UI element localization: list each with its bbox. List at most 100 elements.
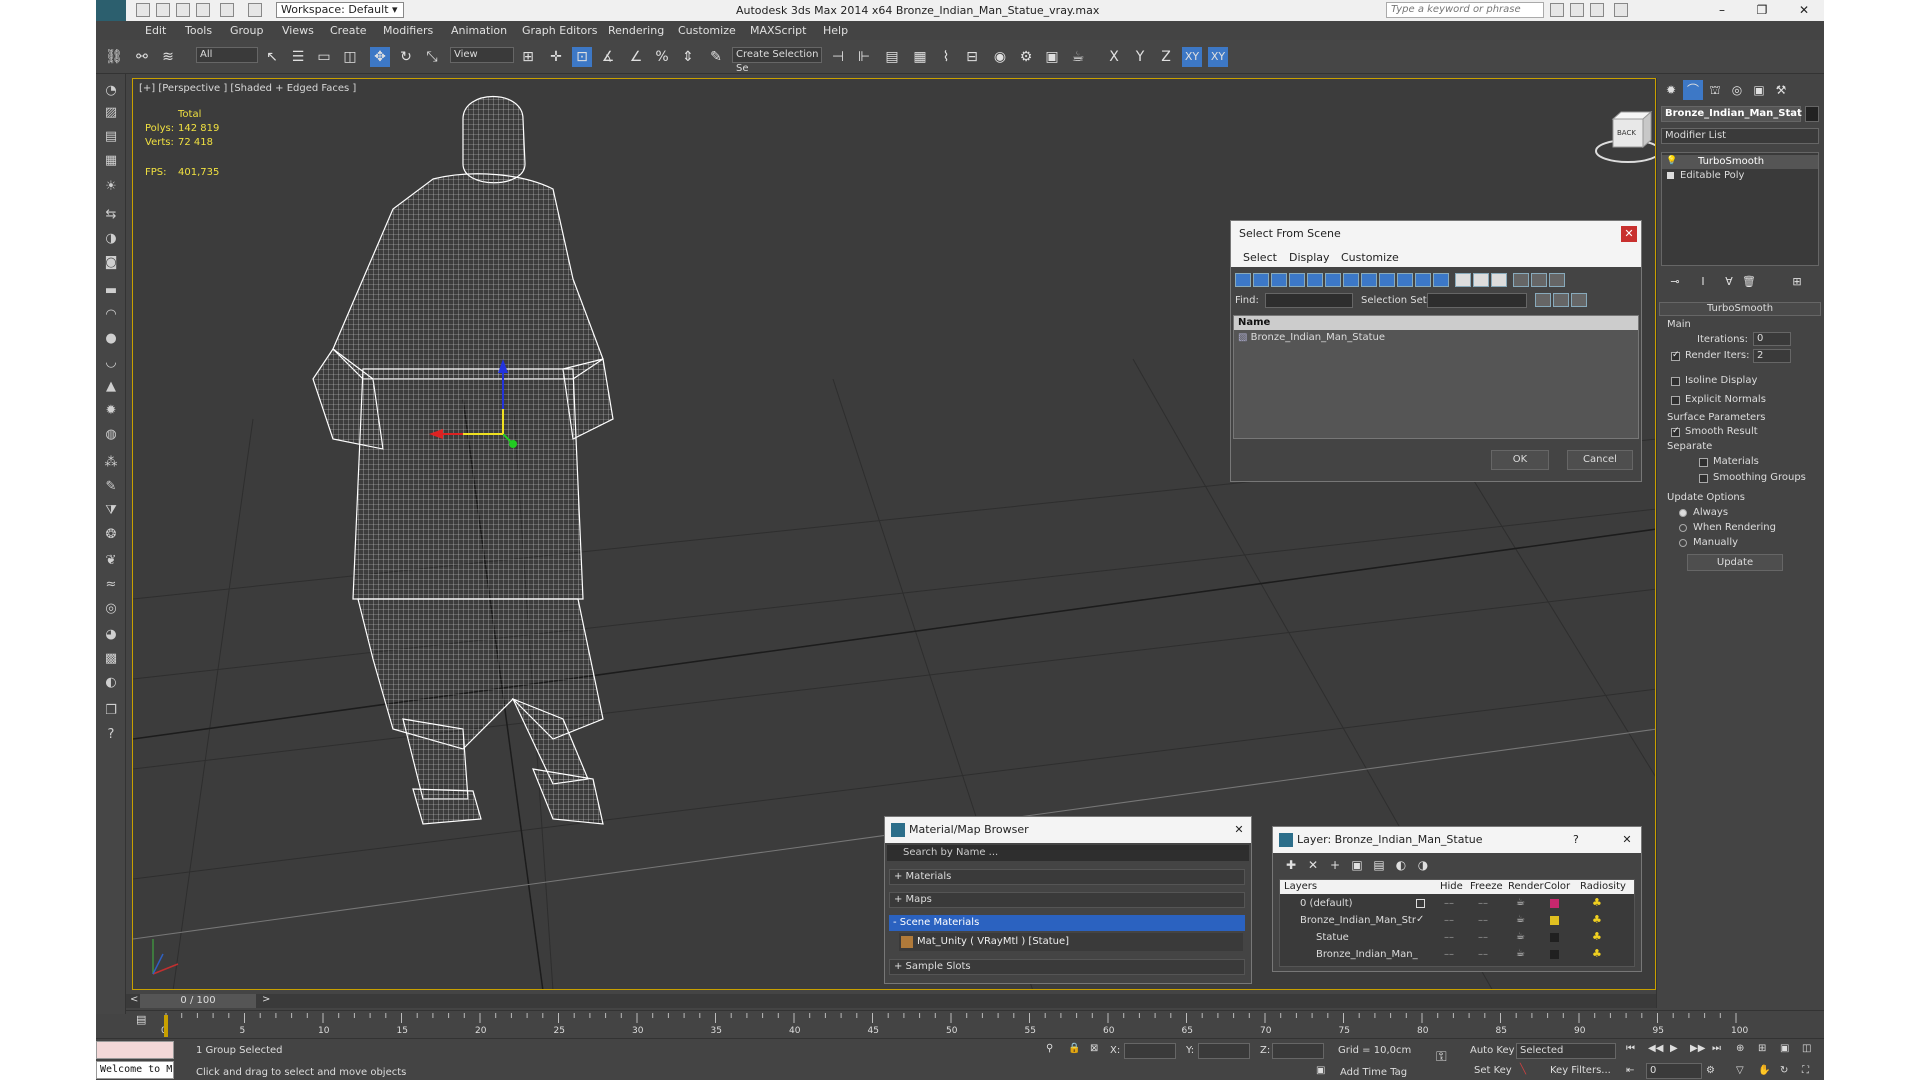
layer-color-swatch[interactable] bbox=[1550, 916, 1559, 925]
current-layer-box[interactable] bbox=[1416, 899, 1425, 908]
utilities-tab-icon[interactable]: ⚒ bbox=[1771, 80, 1791, 100]
x-coord-field[interactable] bbox=[1124, 1043, 1176, 1059]
select-dialog-close-button[interactable]: ✕ bbox=[1621, 226, 1637, 242]
motion-tab-icon[interactable]: ◎ bbox=[1727, 80, 1747, 100]
update-button[interactable]: Update bbox=[1687, 554, 1783, 571]
cancel-button[interactable]: Cancel bbox=[1567, 450, 1633, 470]
helper-icon[interactable]: ⧩ bbox=[102, 502, 120, 520]
scene-materials-section[interactable]: - Scene Materials bbox=[889, 915, 1245, 931]
table-row[interactable]: Bronze_Indian_Man_Str ✓ –– –– ☕ ♣ bbox=[1280, 913, 1634, 930]
create-layer-icon[interactable]: ✚ bbox=[1281, 855, 1301, 875]
bulb-icon[interactable]: ☀ bbox=[102, 178, 120, 196]
current-frame-field[interactable]: 0 bbox=[1646, 1063, 1702, 1079]
expand-icon[interactable] bbox=[1667, 172, 1674, 179]
bowl-icon[interactable]: ◡ bbox=[102, 354, 120, 372]
freeze-toggle[interactable]: –– bbox=[1478, 949, 1488, 960]
remove-modifier-icon[interactable]: 🗑 bbox=[1739, 272, 1759, 292]
menu-customize[interactable]: Customize bbox=[678, 24, 736, 37]
selset-highlight-icon[interactable] bbox=[1571, 293, 1587, 307]
key-mode-dropdown[interactable]: Selected bbox=[1516, 1043, 1616, 1059]
current-frame-marker[interactable] bbox=[164, 1015, 168, 1037]
particles-icon[interactable]: ⁂ bbox=[102, 454, 120, 472]
named-selection-dropdown[interactable]: Create Selection Se bbox=[732, 47, 822, 74]
freeze-toggle[interactable]: –– bbox=[1478, 915, 1488, 926]
unlink-icon[interactable]: ⚯ bbox=[132, 47, 152, 67]
select-menu-select[interactable]: Select bbox=[1243, 251, 1277, 264]
manually-radio[interactable] bbox=[1679, 539, 1687, 547]
separate-smoothing-checkbox[interactable] bbox=[1699, 474, 1708, 483]
select-object-icon[interactable]: ↖ bbox=[262, 47, 282, 67]
name-column-header[interactable]: Name bbox=[1234, 316, 1638, 330]
selection-filter-dropdown[interactable]: All bbox=[196, 47, 258, 63]
display-tab-icon[interactable]: ▣ bbox=[1749, 80, 1769, 100]
window-crossing-icon[interactable]: ◫ bbox=[340, 47, 360, 67]
materials-section[interactable]: + Materials bbox=[889, 869, 1245, 885]
menu-graph-editors[interactable]: Graph Editors bbox=[522, 24, 598, 37]
filter-bones-icon[interactable] bbox=[1379, 273, 1395, 287]
star-icon[interactable] bbox=[1590, 3, 1604, 17]
render-teapot-icon[interactable]: ☕ bbox=[1516, 897, 1525, 908]
when-rendering-radio[interactable] bbox=[1679, 524, 1687, 532]
next-frame-icon[interactable]: ▶▶ bbox=[1690, 1043, 1705, 1054]
plane-icon[interactable]: ▬ bbox=[102, 282, 120, 300]
render-teapot-icon[interactable]: ☕ bbox=[1516, 931, 1525, 942]
render-icon[interactable]: ☕ bbox=[1068, 47, 1088, 67]
select-all-icon[interactable] bbox=[1455, 273, 1471, 287]
track-bar[interactable]: ▤ 05101520253035404550556065707580859095… bbox=[126, 1010, 1824, 1038]
percent-snap-icon[interactable]: % bbox=[652, 47, 672, 67]
stack-item-turbosmooth[interactable]: 💡 TurboSmooth bbox=[1662, 155, 1818, 169]
freeze-all-layers-icon[interactable]: ◑ bbox=[1413, 855, 1433, 875]
checkmark-icon[interactable]: ✓ bbox=[1416, 914, 1424, 925]
material-search-input[interactable]: Search by Name ... bbox=[887, 845, 1249, 861]
radiosity-icon[interactable]: ♣ bbox=[1592, 896, 1602, 909]
select-move-icon[interactable]: ✥ bbox=[370, 47, 390, 67]
freeze-toggle[interactable]: –– bbox=[1478, 898, 1488, 909]
modify-tab-icon[interactable]: ⌒ bbox=[1683, 80, 1703, 100]
layer-color-swatch[interactable] bbox=[1550, 933, 1559, 942]
table-row[interactable]: 0 (default) –– –– ☕ ♣ bbox=[1280, 896, 1634, 913]
object-color-swatch[interactable] bbox=[1805, 106, 1819, 122]
find-input[interactable] bbox=[1265, 293, 1353, 308]
col-radiosity[interactable]: Radiosity bbox=[1580, 881, 1626, 892]
select-layer-objects-icon[interactable]: ▣ bbox=[1347, 855, 1367, 875]
filter-xrefs-icon[interactable] bbox=[1361, 273, 1377, 287]
object-name-field[interactable]: Bronze_Indian_Man_Stat bbox=[1661, 106, 1802, 122]
lock-icon[interactable]: 🔒 bbox=[1068, 1043, 1080, 1054]
make-unique-icon[interactable]: ∀ bbox=[1719, 272, 1739, 292]
key-filters-button[interactable]: Key Filters... bbox=[1550, 1065, 1611, 1076]
y-coord-field[interactable] bbox=[1198, 1043, 1250, 1059]
set-key-button[interactable]: Set Key bbox=[1474, 1065, 1512, 1076]
axis-x-button[interactable]: X bbox=[1104, 47, 1124, 67]
axis-xy-cycle-button[interactable]: XY bbox=[1208, 47, 1228, 67]
auto-key-button[interactable]: Auto Key bbox=[1470, 1045, 1515, 1056]
circle-icon[interactable]: ◍ bbox=[102, 426, 120, 444]
maps-section[interactable]: + Maps bbox=[889, 892, 1245, 908]
mirror-icon[interactable]: ⊣ bbox=[828, 47, 848, 67]
close-window-button[interactable]: ✕ bbox=[1786, 2, 1822, 19]
highlight-layer-icon[interactable]: ▤ bbox=[1369, 855, 1389, 875]
camera-icon[interactable]: ◙ bbox=[102, 254, 120, 272]
texture-icon[interactable]: ▩ bbox=[102, 650, 120, 668]
bind-spacewarp-icon[interactable]: ≋ bbox=[158, 47, 178, 67]
axis-z-button[interactable]: Z bbox=[1156, 47, 1176, 67]
select-menu-display[interactable]: Display bbox=[1289, 251, 1330, 264]
iterations-spinner[interactable]: 0 bbox=[1753, 332, 1791, 346]
binoculars-icon[interactable] bbox=[1550, 3, 1564, 17]
graphite-icon[interactable]: ▦ bbox=[910, 47, 930, 67]
hide-toggle[interactable]: –– bbox=[1444, 932, 1454, 943]
filter-frozen-icon[interactable] bbox=[1415, 273, 1431, 287]
render-iters-spinner[interactable]: 2 bbox=[1753, 349, 1791, 363]
material-browser-close-button[interactable]: ✕ bbox=[1231, 822, 1247, 838]
save-icon[interactable] bbox=[176, 3, 190, 17]
filter-spacewarps-icon[interactable] bbox=[1325, 273, 1341, 287]
grid-icon[interactable]: ▦ bbox=[102, 152, 120, 170]
show-end-result-icon[interactable]: I bbox=[1693, 272, 1713, 292]
hide-toggle[interactable]: –– bbox=[1444, 915, 1454, 926]
hide-all-layers-icon[interactable]: ◐ bbox=[1391, 855, 1411, 875]
select-scale-icon[interactable]: ⤡ bbox=[422, 47, 442, 67]
radiosity-icon[interactable]: ♣ bbox=[1592, 913, 1602, 926]
list-icon[interactable]: ▤ bbox=[102, 128, 120, 146]
explicit-normals-checkbox[interactable] bbox=[1671, 396, 1680, 405]
cone-icon[interactable]: ▲ bbox=[102, 378, 120, 396]
cloth-icon[interactable]: ◎ bbox=[102, 600, 120, 618]
